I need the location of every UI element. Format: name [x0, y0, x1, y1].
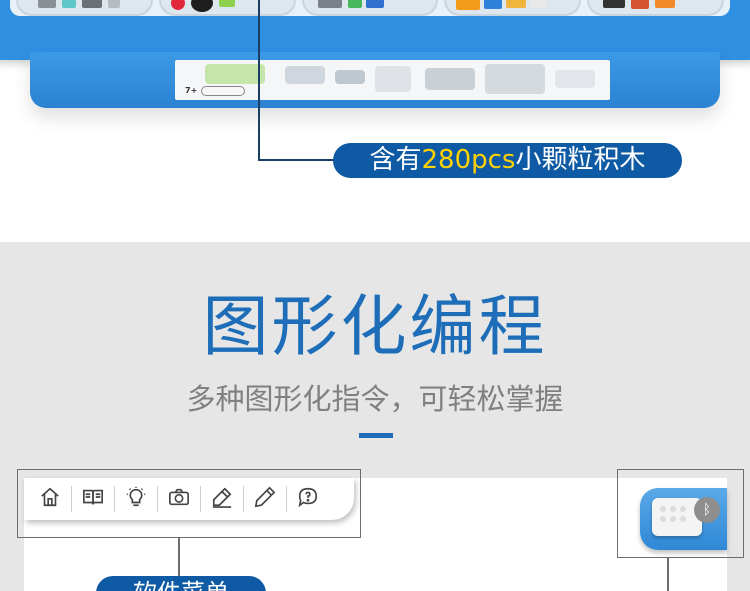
callout-line — [178, 538, 180, 578]
box-label-card: 7+ — [175, 60, 610, 100]
compartment-bin — [444, 0, 582, 16]
age-rating: 7+ — [185, 86, 198, 95]
section-subtitle: 多种图形化指令，可轻松掌握 — [186, 382, 564, 416]
edit-button[interactable] — [243, 478, 286, 520]
section-title: 图形化编程 — [202, 288, 548, 365]
help-chat-icon — [297, 486, 319, 512]
ideas-button[interactable] — [114, 478, 157, 520]
home-icon — [39, 486, 61, 512]
software-menu-callout: 软件菜单 — [96, 576, 266, 591]
library-button[interactable] — [71, 478, 114, 520]
callout-line — [258, 159, 338, 161]
draw-button[interactable] — [200, 478, 243, 520]
parts-count-callout: 含有280pcs小颗粒积木 — [333, 143, 682, 178]
callout-line — [258, 0, 260, 160]
compartment-bin — [587, 0, 724, 16]
compartment-bin — [16, 0, 153, 16]
storage-tray-rim — [0, 0, 750, 60]
product-section: 7+ 含有280pcs小颗粒积木 — [0, 0, 750, 242]
pen-icon — [211, 486, 233, 512]
bluetooth-icon: ᛒ — [694, 497, 720, 523]
software-menu-toolbar — [24, 478, 354, 520]
parts-count-highlight: 280pcs — [421, 145, 516, 175]
title-divider — [359, 433, 393, 438]
compartment-bin — [158, 0, 296, 16]
camera-icon — [168, 486, 190, 512]
help-button[interactable] — [286, 478, 329, 520]
camera-button[interactable] — [157, 478, 200, 520]
lightbulb-icon — [125, 486, 147, 512]
callout-suffix: 小颗粒积木 — [515, 145, 646, 175]
tray-compartments — [10, 0, 730, 16]
home-button[interactable] — [28, 478, 71, 520]
book-icon — [82, 486, 104, 512]
battery-info-badge — [201, 86, 245, 96]
compartment-bin — [301, 0, 439, 16]
callout-line — [667, 558, 669, 591]
pencil-icon — [254, 486, 276, 512]
callout-prefix: 含有 — [369, 145, 422, 175]
